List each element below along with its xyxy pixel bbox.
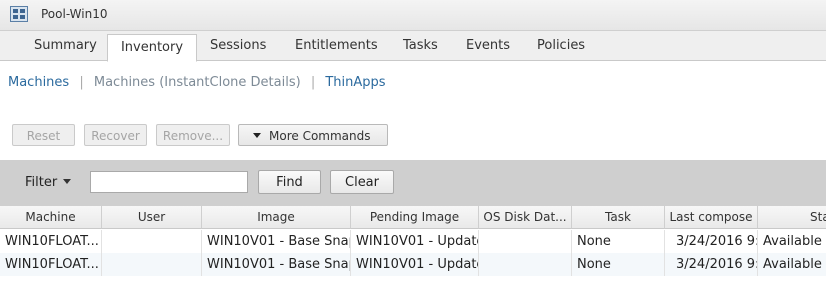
recover-button[interactable]: Recover (84, 124, 147, 146)
tab-inventory[interactable]: Inventory (107, 34, 197, 62)
filter-bar: Filter Find Clear (0, 160, 826, 206)
filter-label: Filter (25, 175, 58, 190)
column-header-status[interactable]: Sta (758, 206, 826, 229)
cell-last-compose: 3/24/2016 9: (665, 253, 758, 276)
subnav: Machines | Machines (InstantClone Detail… (8, 75, 386, 90)
tab-bar: Summary Inventory Sessions Entitlements … (0, 31, 826, 62)
cell-pending-image: WIN10V01 - Update (351, 253, 479, 276)
cell-pending-image: WIN10V01 - Update (351, 230, 479, 253)
cell-machine: WIN10FLOAT... (0, 253, 102, 276)
cell-user (102, 253, 202, 276)
cell-user (102, 230, 202, 253)
subnav-thinapps[interactable]: ThinApps (325, 75, 385, 90)
filter-dropdown[interactable]: Filter (25, 175, 72, 190)
reset-button[interactable]: Reset (12, 124, 75, 146)
find-button[interactable]: Find (258, 170, 321, 194)
tab-summary[interactable]: Summary (34, 33, 97, 59)
filter-input[interactable] (90, 171, 248, 193)
tab-events[interactable]: Events (466, 33, 510, 59)
column-header-image[interactable]: Image (202, 206, 351, 229)
column-header-last-compose[interactable]: Last compose (665, 206, 758, 229)
cell-last-compose: 3/24/2016 9: (665, 230, 758, 253)
cell-machine: WIN10FLOAT... (0, 230, 102, 253)
subnav-machines[interactable]: Machines (8, 75, 69, 90)
cell-status: Available (763, 234, 822, 249)
tab-tasks[interactable]: Tasks (403, 33, 438, 59)
table-row[interactable]: WIN10FLOAT... WIN10V01 - Base Snap WIN10… (0, 230, 826, 253)
cell-os-disk-date (479, 230, 572, 253)
tab-entitlements[interactable]: Entitlements (295, 33, 378, 59)
cell-task: None (572, 230, 665, 253)
cell-os-disk-date (479, 253, 572, 276)
column-header-task[interactable]: Task (572, 206, 665, 229)
tab-sessions[interactable]: Sessions (210, 33, 266, 59)
window-title: Pool-Win10 (41, 7, 108, 21)
clear-button[interactable]: Clear (330, 170, 394, 194)
subnav-separator: | (310, 75, 316, 90)
column-header-machine[interactable]: Machine (0, 206, 102, 229)
remove-button[interactable]: Remove... (156, 124, 230, 146)
dropdown-arrow-icon (253, 133, 261, 138)
column-header-pending-image[interactable]: Pending Image (351, 206, 479, 229)
table-row[interactable]: WIN10FLOAT... WIN10V01 - Base Snap WIN10… (0, 253, 826, 276)
subnav-instantclone-details[interactable]: Machines (InstantClone Details) (94, 75, 301, 90)
cell-status: Available (763, 257, 822, 272)
subnav-separator: | (79, 75, 84, 90)
window-titlebar: Pool-Win10 (0, 0, 826, 31)
tab-policies[interactable]: Policies (537, 33, 585, 59)
column-header-os-disk-date[interactable]: OS Disk Dat... (479, 206, 572, 229)
more-commands-button[interactable]: More Commands (238, 124, 388, 146)
pool-icon (10, 6, 28, 22)
more-commands-label: More Commands (269, 129, 371, 143)
cell-task: None (572, 253, 665, 276)
dropdown-arrow-icon (63, 179, 72, 184)
column-header-user[interactable]: User (102, 206, 202, 229)
cell-image: WIN10V01 - Base Snap (202, 230, 351, 253)
cell-image: WIN10V01 - Base Snap (202, 253, 351, 276)
